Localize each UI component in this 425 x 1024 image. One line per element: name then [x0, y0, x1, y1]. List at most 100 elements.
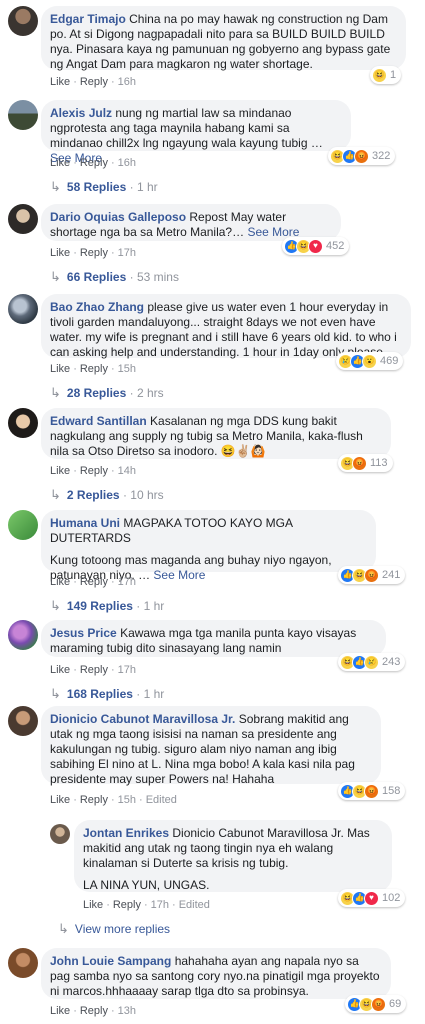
comment-actions: Like · Reply · 17h · Edited — [83, 899, 210, 911]
comment-time[interactable]: 14h — [118, 465, 136, 477]
comment-author[interactable]: Dario Oquias Galleposo — [50, 210, 186, 224]
like-link[interactable]: Like — [83, 899, 103, 911]
view-replies-link[interactable]: ↳ 168 Replies · 1 hr — [50, 686, 164, 702]
reactions[interactable]: 😆 😡 113 — [338, 454, 393, 472]
comment-actions: Like · Reply · 15h — [50, 363, 137, 375]
view-replies-link[interactable]: ↳ 58 Replies · 1 hr — [50, 179, 158, 195]
reaction-count: 322 — [372, 150, 391, 162]
reply-link[interactable]: Reply — [80, 363, 108, 375]
comment-author[interactable]: John Louie Sampang — [50, 954, 171, 968]
avatar[interactable] — [8, 706, 38, 736]
avatar[interactable] — [8, 6, 38, 36]
see-more-link[interactable]: See More — [153, 568, 205, 582]
comment-time[interactable]: 13h — [118, 1005, 136, 1017]
avatar[interactable] — [8, 294, 38, 324]
reply-link[interactable]: Reply — [80, 157, 108, 169]
reply-arrow-icon: ↳ — [50, 686, 61, 701]
like-link[interactable]: Like — [50, 465, 70, 477]
reaction-count: 158 — [382, 785, 401, 797]
comment-bubble: Dario Oquias Galleposo Repost May water … — [41, 204, 341, 241]
reactions[interactable]: 👍 😆 😡 241 — [338, 566, 406, 584]
comment-author[interactable]: Jontan Enrikes — [83, 826, 169, 840]
comment-time[interactable]: 17h — [151, 899, 169, 911]
comment-bubble: Dionicio Cabunot Maravillosa Jr. Sobrang… — [41, 706, 381, 786]
comment: Bao Zhao Zhang please give us water even… — [0, 290, 425, 402]
angry-reaction-icon: 😡 — [354, 148, 369, 164]
view-replies-link[interactable]: ↳ 2 Replies · 10 hrs — [50, 487, 164, 503]
comment-time[interactable]: 15h — [118, 363, 136, 375]
edited-label[interactable]: Edited — [179, 899, 210, 911]
comment-author[interactable]: Edgar Timajo — [50, 12, 126, 26]
angry-reaction-icon: 😡 — [352, 455, 367, 471]
edited-label[interactable]: Edited — [146, 794, 177, 806]
reply-arrow-icon: ↳ — [58, 921, 69, 936]
avatar[interactable] — [8, 948, 38, 978]
comment-author[interactable]: Edward Santillan — [50, 414, 147, 428]
comment-author[interactable]: Humana Uni — [50, 516, 120, 530]
reaction-count: 113 — [370, 457, 388, 469]
love-reaction-icon: ♥ — [364, 890, 379, 906]
like-link[interactable]: Like — [50, 576, 70, 588]
reactions[interactable]: 😢 👍 😮 469 — [336, 352, 404, 370]
comment-time[interactable]: 16h — [118, 76, 136, 88]
like-link[interactable]: Like — [50, 1005, 70, 1017]
view-more-replies-link[interactable]: ↳ View more replies — [58, 921, 170, 937]
reply-link[interactable]: Reply — [80, 247, 108, 259]
like-link[interactable]: Like — [50, 76, 70, 88]
reply-link[interactable]: Reply — [80, 794, 108, 806]
like-link[interactable]: Like — [50, 794, 70, 806]
comment-actions: Like · Reply · 17h — [50, 664, 137, 676]
comment-author[interactable]: Alexis Julz — [50, 106, 112, 120]
reactions[interactable]: 👍 😆 ♥ 452 — [282, 237, 350, 255]
comment-time[interactable]: 15h — [118, 794, 136, 806]
view-replies-link[interactable]: ↳ 66 Replies · 53 mins — [50, 269, 179, 285]
reply-link[interactable]: Reply — [80, 465, 108, 477]
reply-link[interactable]: Reply — [113, 899, 141, 911]
reaction-count: 69 — [389, 998, 402, 1010]
reactions[interactable]: 😆 👍 ♥ 102 — [338, 889, 406, 907]
reactions[interactable]: 👍 😆 😡 158 — [338, 782, 406, 800]
reply-arrow-icon: ↳ — [50, 179, 61, 194]
like-link[interactable]: Like — [50, 247, 70, 259]
love-reaction-icon: ♥ — [308, 238, 323, 254]
avatar[interactable] — [8, 620, 38, 650]
like-link[interactable]: Like — [50, 664, 70, 676]
comment-time[interactable]: 17h — [118, 664, 136, 676]
reply-link[interactable]: Reply — [80, 76, 108, 88]
avatar[interactable] — [8, 408, 38, 438]
view-replies-link[interactable]: ↳ 149 Replies · 1 hr — [50, 598, 164, 614]
comment-actions: Like · Reply · 16h — [50, 157, 137, 169]
comment-author[interactable]: Jesus Price — [50, 626, 117, 640]
reply-link[interactable]: Reply — [80, 664, 108, 676]
like-link[interactable]: Like — [50, 157, 70, 169]
comment-bubble: Jontan Enrikes Dionicio Cabunot Maravill… — [74, 820, 392, 892]
comment-time[interactable]: 16h — [118, 157, 136, 169]
wow-reaction-icon: 😮 — [362, 353, 377, 369]
reply-comment: Jontan Enrikes Dionicio Cabunot Maravill… — [0, 818, 425, 916]
comment-bubble: Humana Uni MAGPAKA TOTOO KAYO MGA DUTERT… — [41, 510, 376, 582]
reply-arrow-icon: ↳ — [50, 598, 61, 613]
avatar[interactable] — [8, 510, 38, 540]
reactions[interactable]: 😆 1 — [370, 66, 402, 84]
avatar[interactable] — [8, 100, 38, 130]
reply-link[interactable]: Reply — [80, 576, 108, 588]
comment-time[interactable]: 17h — [118, 247, 136, 259]
avatar[interactable] — [8, 204, 38, 234]
sad-reaction-icon: 😢 — [364, 654, 379, 670]
comment-author[interactable]: Dionicio Cabunot Maravillosa Jr. — [50, 712, 235, 726]
reply-arrow-icon: ↳ — [50, 269, 61, 284]
reactions[interactable]: 👍 😆 😡 69 — [345, 995, 407, 1013]
like-link[interactable]: Like — [50, 363, 70, 375]
reactions[interactable]: 😆 👍 😡 322 — [328, 147, 396, 165]
reply-link[interactable]: Reply — [80, 1005, 108, 1017]
comment: Alexis Julz nung ng martial law sa minda… — [0, 95, 425, 195]
comment-bubble: John Louie Sampang hahahaha ayan ang nap… — [41, 948, 391, 999]
comment-time[interactable]: 17h — [118, 576, 136, 588]
comment-author[interactable]: Bao Zhao Zhang — [50, 300, 144, 314]
reactions[interactable]: 😆 👍 😢 243 — [338, 653, 406, 671]
avatar[interactable] — [50, 824, 70, 844]
reaction-count: 243 — [382, 656, 401, 668]
view-replies-link[interactable]: ↳ 28 Replies · 2 hrs — [50, 386, 164, 401]
comment: Edward Santillan Kasalanan ng mga DDS ku… — [0, 402, 425, 510]
reply-arrow-icon: ↳ — [50, 487, 61, 502]
